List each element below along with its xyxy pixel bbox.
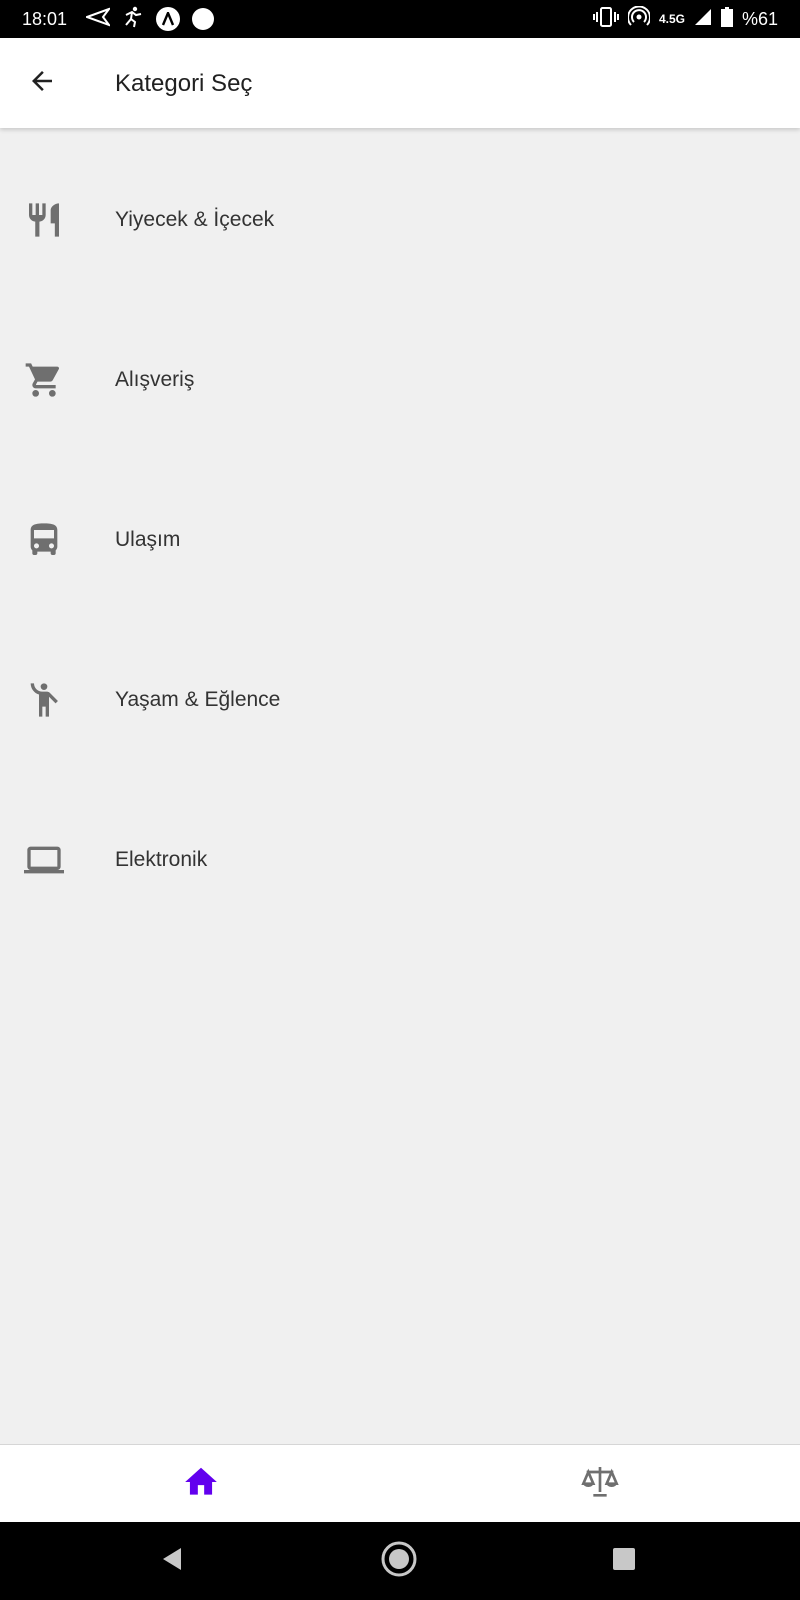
back-button[interactable] [18, 59, 66, 107]
person-arms-up-icon [20, 676, 68, 724]
category-label: Yaşam & Eğlence [115, 688, 281, 711]
category-item-shopping[interactable]: Alışveriş [0, 300, 800, 460]
laptop-icon [20, 836, 68, 884]
home-circle-icon [379, 1539, 419, 1584]
system-home-button[interactable] [375, 1537, 423, 1585]
category-label: Yiyecek & İçecek [115, 208, 275, 231]
system-navigation-bar [0, 1522, 800, 1600]
app-bar: Kategori Seç [0, 38, 800, 128]
status-left-icons [84, 6, 214, 33]
category-item-transport[interactable]: Ulaşım [0, 460, 800, 620]
shopping-cart-icon [20, 356, 68, 404]
app-a-icon [156, 7, 180, 31]
page-title: Kategori Seç [115, 70, 253, 97]
vibrate-icon [592, 6, 619, 33]
category-label: Alışveriş [115, 368, 195, 391]
battery-icon [720, 6, 733, 32]
battery-level: %61 [741, 8, 778, 29]
nav-scale-button[interactable] [555, 1455, 645, 1513]
status-bar: 18:01 4.5G %61 [0, 0, 800, 38]
category-item-electronics[interactable]: Elektronik [0, 780, 800, 940]
bus-icon [20, 516, 68, 564]
category-label: Ulaşım [115, 528, 181, 551]
triangle-back-icon [159, 1546, 185, 1577]
status-right-icons: 4.5G %61 [592, 5, 778, 33]
nav-home-button[interactable] [156, 1455, 246, 1513]
category-item-life-entertainment[interactable]: Yaşam & Eğlence [0, 620, 800, 780]
category-item-food-drink[interactable]: Yiyecek & İçecek [0, 140, 800, 300]
bottom-navigation [0, 1444, 800, 1522]
send-icon [84, 6, 112, 32]
network-type: 4.5G [658, 12, 685, 26]
signal-icon [694, 8, 712, 31]
category-list: Yiyecek & İçecek Alışveriş Ulaşım Yaşam … [0, 140, 800, 940]
running-person-icon [122, 6, 144, 33]
restaurant-icon [20, 196, 68, 244]
system-recents-button[interactable] [600, 1537, 648, 1585]
arrow-back-icon [27, 66, 57, 101]
square-recents-icon [612, 1547, 636, 1576]
status-time: 18:01 [22, 9, 68, 29]
category-label: Elektronik [115, 848, 208, 871]
hotspot-icon [626, 5, 651, 33]
system-back-button[interactable] [148, 1537, 196, 1585]
home-icon [182, 1463, 220, 1506]
scale-icon [580, 1462, 620, 1507]
notification-dot-icon [192, 8, 214, 30]
